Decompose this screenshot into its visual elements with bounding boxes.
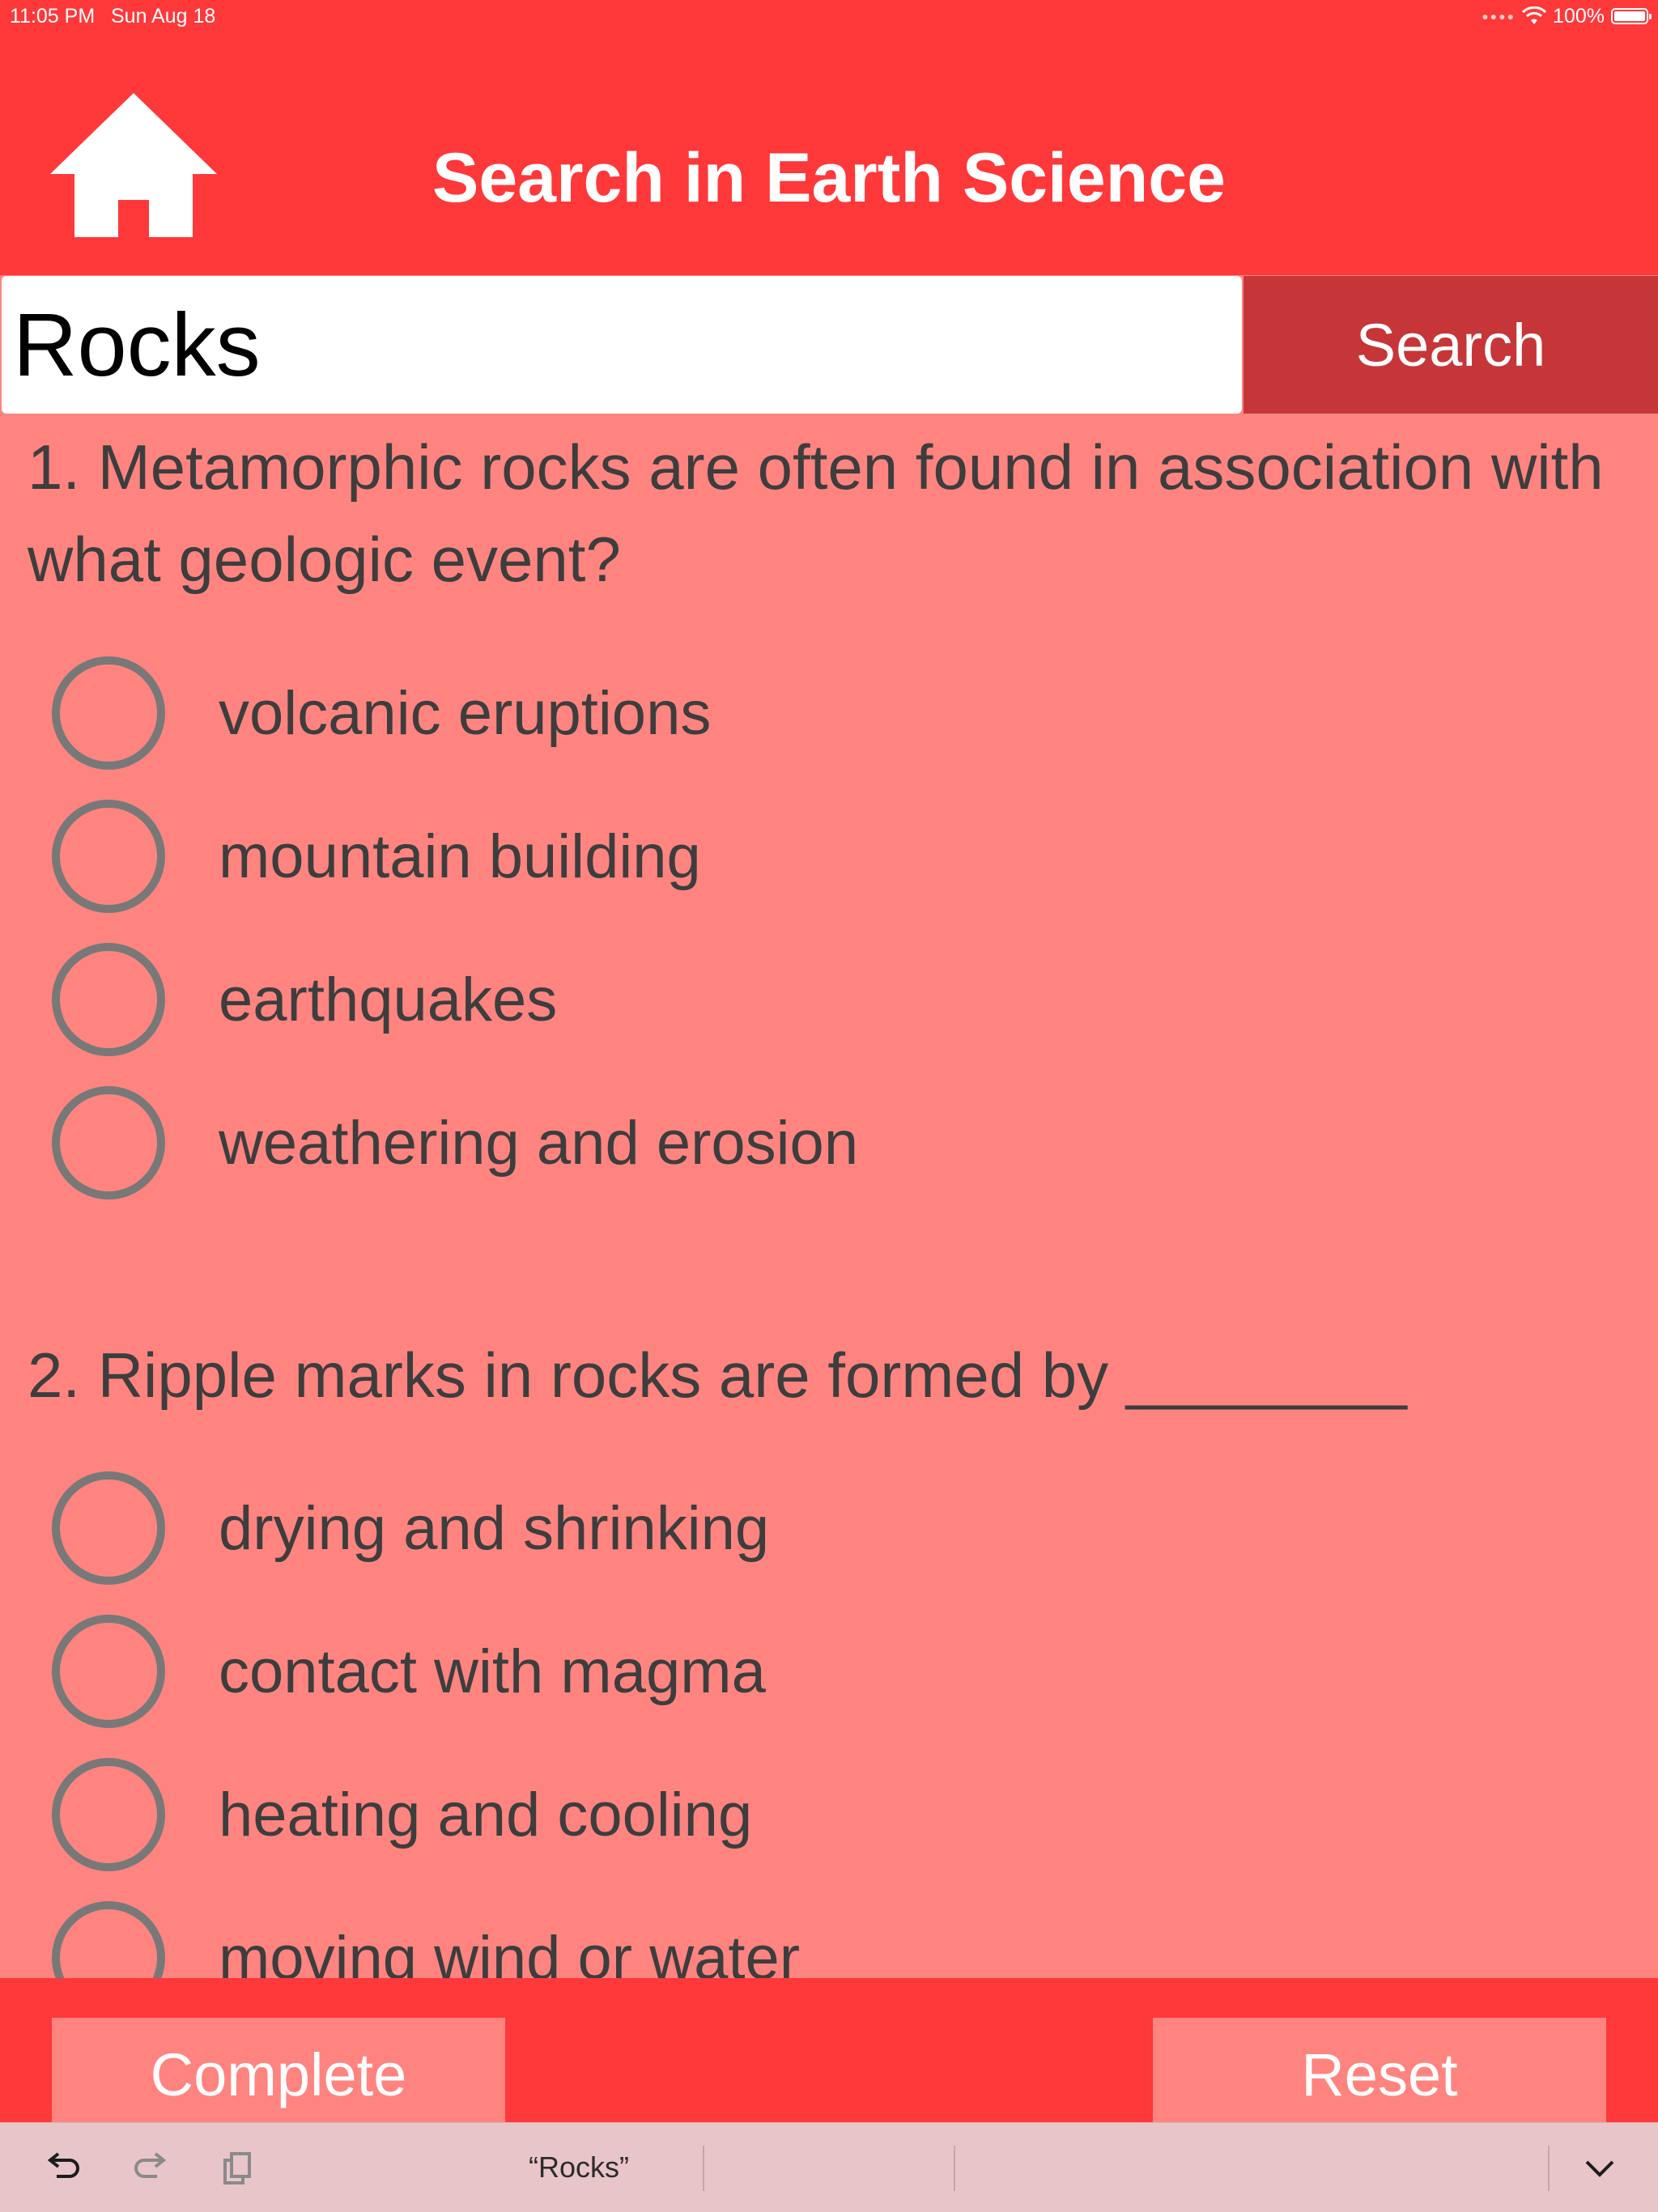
status-right: ●●●● 100% — [1482, 0, 1652, 32]
option-label: earthquakes — [219, 965, 558, 1034]
page-title: Search in Earth Science — [432, 139, 1226, 217]
paste-icon[interactable] — [215, 2146, 261, 2191]
question-1-text: 1. Metamorphic rocks are often found in … — [28, 431, 1604, 595]
status-date: Sun Aug 18 — [111, 5, 216, 28]
autocorrect-suggestion[interactable]: “Rocks” — [356, 2123, 801, 2212]
reset-button[interactable]: Reset — [1153, 2018, 1606, 2131]
radio-button[interactable] — [52, 800, 165, 913]
question-1-option-4[interactable]: weathering and erosion — [52, 1082, 1590, 1204]
question-2-text: 2. Ripple marks in rocks are formed by _… — [28, 1340, 1407, 1411]
question-1-option-3[interactable]: earthquakes — [52, 939, 1590, 1060]
complete-button[interactable]: Complete — [52, 2018, 505, 2131]
radio-button[interactable] — [52, 656, 165, 770]
search-input[interactable] — [2, 276, 1242, 414]
question-1-option-2[interactable]: mountain building — [52, 796, 1590, 917]
question-2-option-3[interactable]: heating and cooling — [52, 1754, 1590, 1875]
question-2-option-1[interactable]: drying and shrinking — [52, 1467, 1590, 1589]
keyboard-shortcut-bar: “Rocks” — [0, 2122, 1658, 2212]
cellular-icon: ●●●● — [1482, 10, 1516, 23]
battery-percent: 100% — [1553, 5, 1605, 28]
radio-button[interactable] — [52, 1086, 165, 1199]
undo-icon[interactable] — [40, 2146, 86, 2191]
radio-button[interactable] — [52, 1615, 165, 1728]
divider — [954, 2146, 955, 2191]
radio-button[interactable] — [52, 1758, 165, 1871]
chevron-down-icon[interactable] — [1577, 2146, 1622, 2191]
question-2-option-2[interactable]: contact with magma — [52, 1611, 1590, 1732]
redo-icon[interactable] — [128, 2146, 173, 2191]
option-label: heating and cooling — [219, 1780, 753, 1849]
option-label: contact with magma — [219, 1637, 766, 1706]
wifi-icon — [1522, 6, 1547, 24]
battery-icon — [1611, 8, 1652, 24]
divider — [1548, 2146, 1550, 2191]
app-header: Search in Earth Science — [0, 32, 1658, 275]
status-time: 11:05 PM — [10, 5, 96, 28]
option-label: drying and shrinking — [219, 1493, 770, 1563]
radio-button[interactable] — [52, 943, 165, 1056]
option-label: volcanic eruptions — [219, 678, 712, 748]
search-button[interactable]: Search — [1244, 276, 1658, 414]
radio-button[interactable] — [52, 1471, 165, 1585]
option-label: weathering and erosion — [219, 1108, 859, 1178]
bottom-action-bar: Complete Reset — [0, 1978, 1658, 2131]
question-1-option-1[interactable]: volcanic eruptions — [52, 652, 1590, 774]
option-label: mountain building — [219, 822, 701, 891]
divider — [703, 2146, 704, 2191]
status-bar: 11:05 PM Sun Aug 18 ●●●● 100% — [0, 0, 1658, 32]
